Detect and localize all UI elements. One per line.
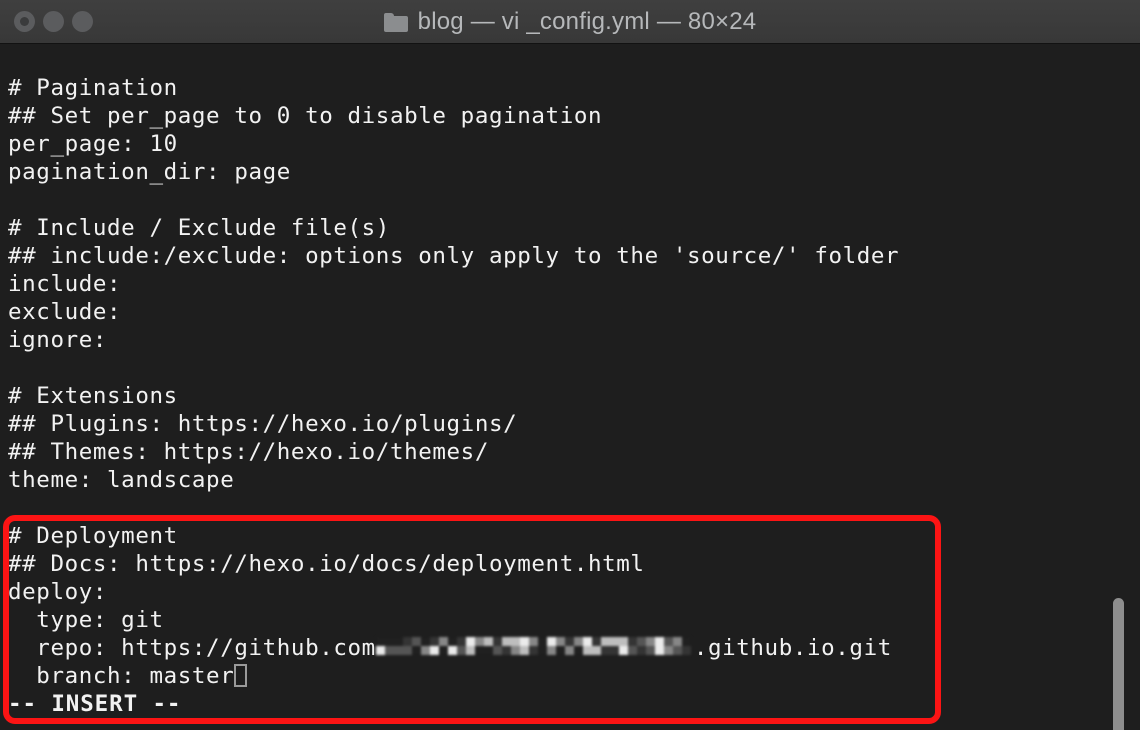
repo-prefix: repo: https://github.com [8, 635, 376, 661]
text-cursor [234, 664, 248, 687]
terminal-line: theme: landscape [8, 467, 235, 493]
branch-text: branch: master [8, 663, 235, 689]
terminal-line: per_page: 10 [8, 131, 178, 157]
redacted-username-blur [375, 637, 694, 659]
terminal-line: # Include / Exclude file(s) [8, 215, 390, 241]
title-bar-center: blog — vi _config.yml — 80×24 [0, 0, 1140, 44]
close-button[interactable] [14, 11, 35, 32]
terminal-line: ## include:/exclude: options only apply … [8, 243, 900, 269]
terminal-line: include: [8, 271, 122, 297]
close-icon [20, 17, 29, 26]
terminal-line: ## Plugins: https://hexo.io/plugins/ [8, 411, 518, 437]
repo-suffix: .github.io.git [693, 635, 892, 661]
vi-status-line: -- INSERT -- [8, 691, 182, 717]
terminal-line: # Extensions [8, 383, 178, 409]
terminal-line: ignore: [8, 327, 108, 353]
terminal-line: # Pagination [8, 75, 178, 101]
scrollbar-thumb[interactable] [1113, 598, 1124, 730]
terminal-content[interactable]: # Pagination ## Set per_page to 0 to dis… [0, 44, 1140, 730]
minimize-button[interactable] [43, 11, 64, 32]
folder-icon-tab [383, 12, 394, 18]
terminal-line-deployment-docs: ## Docs: https://hexo.io/docs/deployment… [8, 551, 645, 577]
terminal-line: exclude: [8, 299, 122, 325]
terminal-line-deploy-repo: repo: https://github.com .github.io.git [8, 634, 1128, 662]
title-bar: blog — vi _config.yml — 80×24 [0, 0, 1140, 44]
zoom-button[interactable] [72, 11, 93, 32]
terminal-line: pagination_dir: page [8, 159, 291, 185]
folder-icon [383, 12, 408, 32]
window-title: blog — vi _config.yml — 80×24 [417, 8, 757, 35]
terminal-line-deploy-type: type: git [8, 607, 164, 633]
scrollbar-track[interactable] [1113, 88, 1136, 730]
terminal-text-layer: # Pagination ## Set per_page to 0 to dis… [8, 74, 1128, 718]
terminal-window: blog — vi _config.yml — 80×24 # Paginati… [0, 0, 1140, 730]
terminal-line-deploy-branch: branch: master [8, 662, 1128, 690]
terminal-line-deployment-header: # Deployment [8, 523, 178, 549]
terminal-line: ## Set per_page to 0 to disable paginati… [8, 103, 603, 129]
folder-icon-body [383, 15, 408, 32]
window-controls [14, 11, 93, 32]
terminal-line: ## Themes: https://hexo.io/themes/ [8, 439, 489, 465]
terminal-line-deploy-key: deploy: [8, 579, 108, 605]
